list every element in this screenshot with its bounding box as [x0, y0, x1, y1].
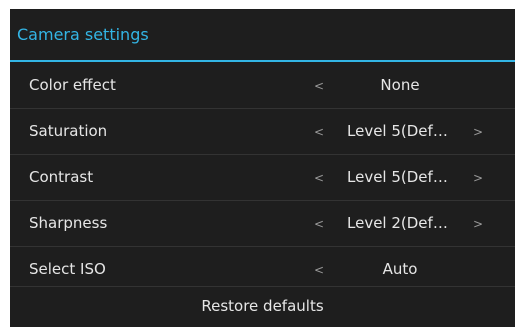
setting-label: Color effect [29, 76, 116, 94]
next-option-icon[interactable]: > [473, 214, 483, 234]
setting-row-sharpness[interactable]: Sharpness < Level 2(Def… > [10, 201, 515, 247]
previous-option-icon[interactable]: < [314, 168, 324, 188]
next-option-icon[interactable]: > [473, 168, 483, 188]
setting-row-saturation[interactable]: Saturation < Level 5(Def… > [10, 109, 515, 155]
setting-value: Level 5(Def… [347, 168, 448, 186]
setting-label: Sharpness [29, 214, 108, 232]
previous-option-icon[interactable]: < [314, 260, 324, 280]
previous-option-icon[interactable]: < [314, 76, 324, 96]
setting-value: None [380, 76, 420, 94]
setting-label: Contrast [29, 168, 94, 186]
next-option-icon[interactable]: > [473, 122, 483, 142]
setting-value: Auto [382, 260, 418, 278]
setting-value: Level 2(Def… [347, 214, 448, 232]
setting-label: Saturation [29, 122, 108, 140]
previous-option-icon[interactable]: < [314, 122, 324, 142]
settings-list: Color effect < None Saturation < Level 5… [10, 63, 515, 293]
restore-defaults-button[interactable]: Restore defaults [10, 286, 515, 327]
setting-row-contrast[interactable]: Contrast < Level 5(Def… > [10, 155, 515, 201]
previous-option-icon[interactable]: < [314, 214, 324, 234]
setting-value: Level 5(Def… [347, 122, 448, 140]
setting-label: Select ISO [29, 260, 106, 278]
title-divider [10, 60, 515, 62]
dialog-title: Camera settings [17, 25, 149, 44]
dialog-header: Camera settings [10, 9, 515, 62]
setting-row-color-effect[interactable]: Color effect < None [10, 63, 515, 109]
camera-settings-dialog: Camera settings Color effect < None Satu… [10, 9, 515, 327]
